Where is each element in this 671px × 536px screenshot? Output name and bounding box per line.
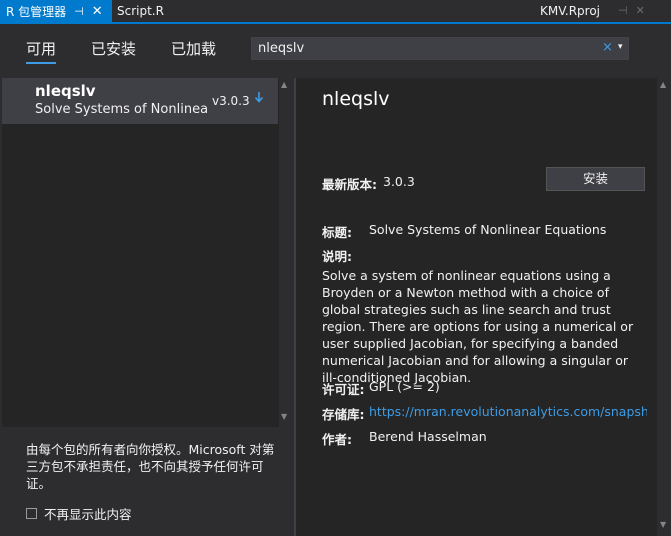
install-button[interactable]: 安装 xyxy=(546,167,645,191)
download-icon[interactable] xyxy=(254,92,264,108)
scroll-down-icon[interactable]: ▼ xyxy=(660,520,666,529)
description-label: 说明: xyxy=(322,249,352,264)
close-icon[interactable]: ✕ xyxy=(92,4,103,19)
license-label: 许可证: xyxy=(322,382,365,397)
tab-loaded[interactable]: 已加载 xyxy=(171,38,216,59)
pin-icon[interactable]: ⊣ xyxy=(618,4,628,17)
package-summary: Solve Systems of Nonlinear E xyxy=(35,102,207,117)
tab-installed[interactable]: 已安装 xyxy=(91,38,136,59)
pin-icon[interactable]: ⊣ xyxy=(74,5,84,18)
close-icon[interactable]: ✕ xyxy=(636,4,645,17)
repository-label: 存储库: xyxy=(322,407,365,422)
search-input[interactable] xyxy=(258,40,588,57)
package-details: nleqslv 最新版本: 3.0.3 安装 标题: Solve Systems… xyxy=(296,78,657,536)
author-label: 作者: xyxy=(322,432,352,447)
clear-search-icon[interactable]: × xyxy=(602,40,613,55)
selected-tab-underline xyxy=(26,62,56,64)
scroll-up-icon[interactable]: ▲ xyxy=(281,80,287,89)
author-value: Berend Hasselman xyxy=(369,429,487,444)
license-notice: 由每个包的所有者向你授权。Microsoft 对第三方包不承担责任，也不向其授予… xyxy=(26,442,275,491)
package-list: nleqslv Solve Systems of Nonlinear E v3.… xyxy=(2,78,292,427)
details-scrollbar[interactable]: ▲ ▼ xyxy=(657,78,671,536)
dont-show-label: 不再显示此内容 xyxy=(44,507,132,522)
package-nav: 可用 已安装 已加载 × ▾ xyxy=(0,24,671,74)
details-title: nleqslv xyxy=(322,88,390,110)
scroll-down-icon[interactable]: ▼ xyxy=(281,412,287,421)
list-item[interactable]: nleqslv Solve Systems of Nonlinear E v3.… xyxy=(2,78,278,124)
list-scrollbar[interactable]: ▲ ▼ xyxy=(279,78,292,427)
license-notice-area: 由每个包的所有者向你授权。Microsoft 对第三方包不承担责任，也不向其授予… xyxy=(2,427,292,536)
chevron-down-icon[interactable]: ▾ xyxy=(618,42,623,52)
tab-script[interactable]: Script.R xyxy=(117,0,164,22)
title-label: 标题: xyxy=(322,225,352,240)
license-value: GPL (>= 2) xyxy=(369,379,440,394)
scroll-up-icon[interactable]: ▲ xyxy=(660,80,666,89)
latest-version-label: 最新版本: xyxy=(322,177,377,192)
window-controls: ⊣ ✕ xyxy=(618,4,645,17)
document-tab-bar: R 包管理器 ⊣ ✕ Script.R KMV.Rproj ⊣ ✕ xyxy=(0,0,671,22)
title-value: Solve Systems of Nonlinear Equations xyxy=(369,222,607,237)
tab-available[interactable]: 可用 xyxy=(26,38,56,59)
search-box[interactable]: × ▾ xyxy=(251,37,629,60)
latest-version-value: 3.0.3 xyxy=(383,174,415,189)
description-text: Solve a system of nonlinear equations us… xyxy=(322,268,634,385)
package-name: nleqslv xyxy=(35,82,96,100)
tab-title: R 包管理器 xyxy=(6,4,67,19)
repository-link[interactable]: https://mran.revolutionanalytics.com/sna… xyxy=(369,404,647,419)
package-version: v3.0.3 xyxy=(212,94,250,108)
tab-package-manager[interactable]: R 包管理器 ⊣ ✕ xyxy=(0,0,112,22)
dont-show-again[interactable]: 不再显示此内容 xyxy=(26,504,132,523)
project-name: KMV.Rproj xyxy=(540,4,600,18)
dont-show-checkbox[interactable] xyxy=(26,508,37,519)
